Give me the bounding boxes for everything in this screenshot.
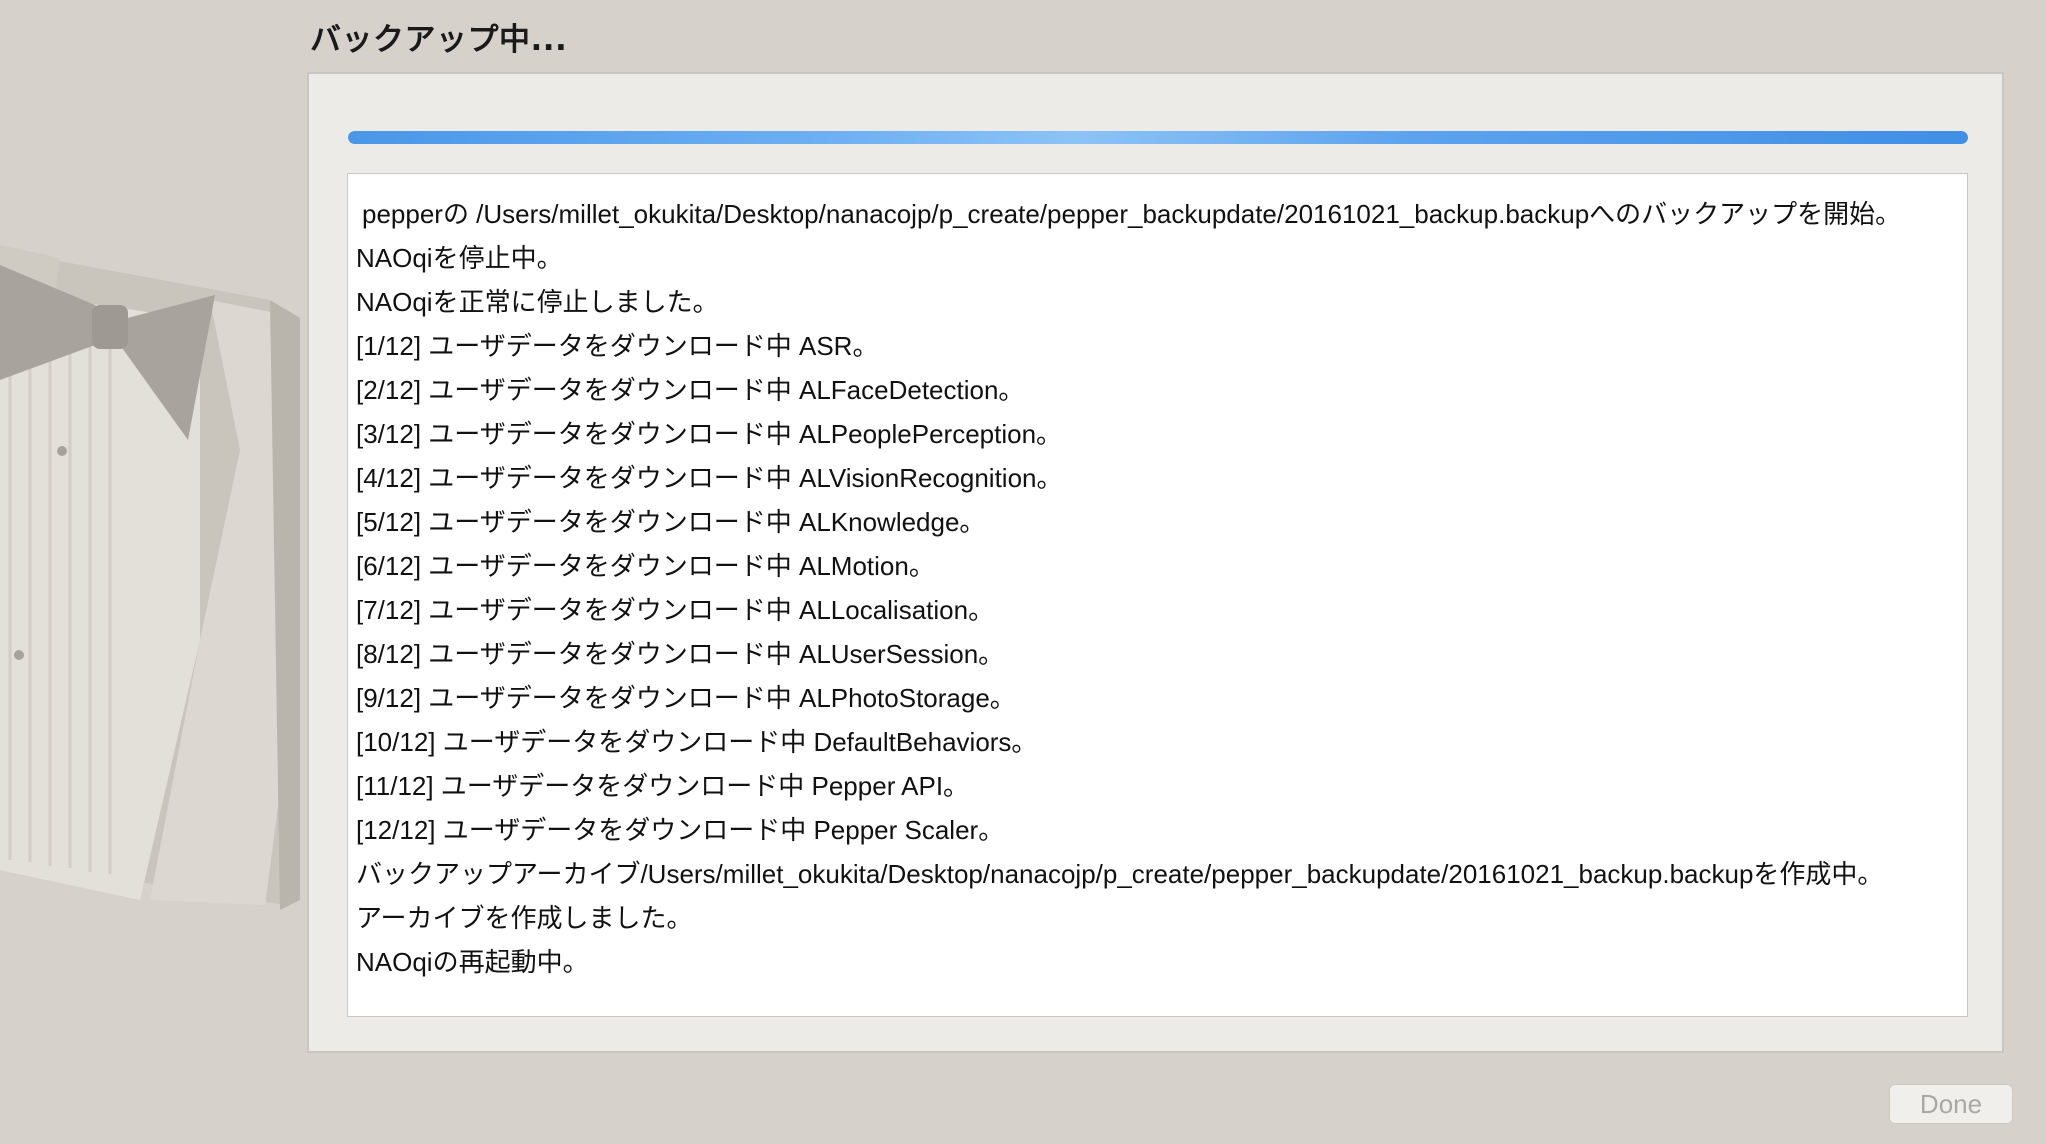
window-title: バックアップ中... — [310, 22, 568, 58]
log-line: [7/12] ユーザデータをダウンロード中 ALLocalisation。 — [356, 595, 995, 625]
backup-panel: pepperの /Users/millet_okukita/Desktop/na… — [307, 72, 2004, 1053]
log-line: [8/12] ユーザデータをダウンロード中 ALUserSession。 — [356, 639, 1005, 669]
log-line: アーカイブを作成しました。 — [356, 903, 693, 933]
log-line: [4/12] ユーザデータをダウンロード中 ALVisionRecognitio… — [356, 463, 1063, 493]
log-line: pepperの /Users/millet_okukita/Desktop/na… — [362, 199, 1902, 229]
log-line: [12/12] ユーザデータをダウンロード中 Pepper Scaler。 — [356, 815, 1005, 845]
log-line: [6/12] ユーザデータをダウンロード中 ALMotion。 — [356, 551, 935, 581]
log-line: [10/12] ユーザデータをダウンロード中 DefaultBehaviors。 — [356, 727, 1038, 757]
tuxedo-background-icon — [0, 245, 300, 910]
log-line: [5/12] ユーザデータをダウンロード中 ALKnowledge。 — [356, 507, 986, 537]
log-line: [11/12] ユーザデータをダウンロード中 Pepper API。 — [356, 771, 970, 801]
log-line: [9/12] ユーザデータをダウンロード中 ALPhotoStorage。 — [356, 683, 1016, 713]
done-button[interactable]: Done — [1889, 1084, 2013, 1124]
log-output[interactable]: pepperの /Users/millet_okukita/Desktop/na… — [347, 173, 1968, 1017]
progress-bar — [348, 131, 1968, 144]
log-line: NAOqiを正常に停止しました。 — [356, 287, 719, 317]
log-line: NAOqiを停止中。 — [356, 243, 563, 273]
log-line: [2/12] ユーザデータをダウンロード中 ALFaceDetection。 — [356, 375, 1025, 405]
progress-bar-fill — [348, 131, 1968, 144]
log-line: NAOqiの再起動中。 — [356, 947, 589, 977]
log-line: [1/12] ユーザデータをダウンロード中 ASR。 — [356, 331, 879, 361]
log-line: バックアップアーカイブ/Users/millet_okukita/Desktop… — [356, 859, 1884, 889]
log-line: [3/12] ユーザデータをダウンロード中 ALPeoplePerception… — [356, 419, 1063, 449]
